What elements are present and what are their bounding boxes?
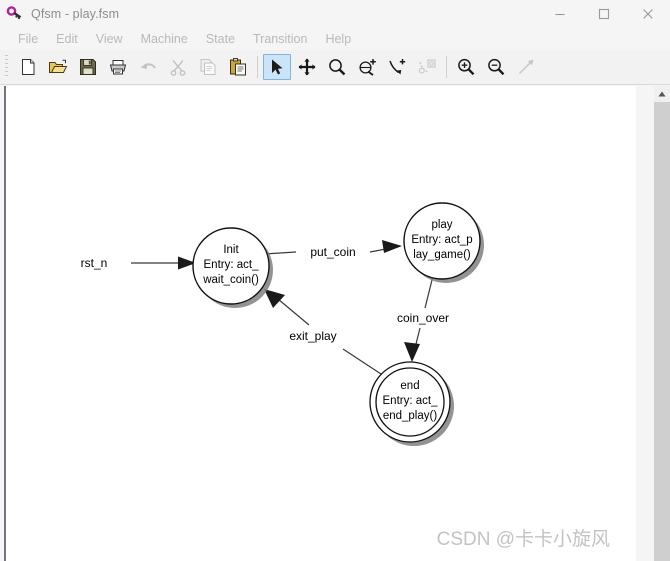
paste-clipboard-icon xyxy=(228,57,248,77)
new-file-button[interactable] xyxy=(14,54,42,80)
window-controls xyxy=(538,0,670,28)
add-transition-button[interactable] xyxy=(383,54,411,80)
toolbar xyxy=(0,50,670,85)
transition-label-exit_play[interactable]: exit_play xyxy=(289,329,336,343)
state-play-line-0: play xyxy=(431,219,452,231)
state-init-line-2: wait_coin() xyxy=(202,274,259,286)
scroll-up-arrow-icon[interactable] xyxy=(654,86,670,102)
magnifier-icon xyxy=(327,57,347,77)
state-init-line-0: Init xyxy=(223,244,239,256)
menu-item-help[interactable]: Help xyxy=(316,28,360,50)
close-icon[interactable] xyxy=(626,0,670,28)
maximize-icon[interactable] xyxy=(582,0,626,28)
add-state-button[interactable] xyxy=(353,54,381,80)
qfsm-window: Qfsm - play.fsm File Edit View Machine S… xyxy=(0,0,670,561)
transition-put_coin-arrowhead xyxy=(382,240,402,253)
zoom-in-button[interactable] xyxy=(452,54,480,80)
open-folder-icon xyxy=(48,57,68,77)
vertical-scrollbar[interactable] xyxy=(654,86,670,561)
fsm-diagram-canvas[interactable]: Init Entry: act_ wait_coin() play Entry:… xyxy=(4,86,636,561)
select-pointer-icon xyxy=(267,57,287,77)
menu-item-file[interactable]: File xyxy=(9,28,47,50)
menu-item-view[interactable]: View xyxy=(87,28,132,50)
state-play-line-1: Entry: act_p xyxy=(411,234,472,246)
zoom-out-button[interactable] xyxy=(482,54,510,80)
transition-exit_play-arrowhead xyxy=(264,289,285,308)
toolbar-separator xyxy=(446,56,447,78)
transition-rst_n[interactable] xyxy=(131,256,196,270)
state-play[interactable]: play Entry: act_p lay_game() xyxy=(403,202,484,283)
edit-transition-button[interactable] xyxy=(413,54,441,80)
minimize-icon[interactable] xyxy=(538,0,582,28)
menu-bar: File Edit View Machine State Transition … xyxy=(0,28,670,50)
vertical-scrollbar-track[interactable] xyxy=(654,102,670,561)
edit-transition-icon xyxy=(417,57,437,77)
canvas-area: Init Entry: act_ wait_coin() play Entry:… xyxy=(0,86,670,561)
select-tool-button[interactable] xyxy=(263,54,291,80)
state-init[interactable]: Init Entry: act_ wait_coin() xyxy=(192,227,273,308)
undo-arrow-icon xyxy=(138,57,158,77)
zoom-in-icon xyxy=(456,57,476,77)
zoom-out-icon xyxy=(486,57,506,77)
state-play-line-2: lay_game() xyxy=(413,249,471,261)
save-floppy-icon xyxy=(78,57,98,77)
qfsm-key-icon xyxy=(6,5,24,23)
transition-label-rst_n[interactable]: rst_n xyxy=(81,256,108,270)
fit-view-button[interactable] xyxy=(512,54,540,80)
zoom-tool-button[interactable] xyxy=(323,54,351,80)
state-end-line-2: end_play() xyxy=(383,410,438,422)
menu-item-state[interactable]: State xyxy=(197,28,244,50)
add-state-icon xyxy=(357,57,377,77)
toolbar-grip[interactable] xyxy=(2,55,11,79)
menu-item-transition[interactable]: Transition xyxy=(244,28,316,50)
state-end[interactable]: end Entry: act_ end_play() xyxy=(369,361,454,446)
arrow-diagonal-icon xyxy=(516,57,536,77)
open-file-button[interactable] xyxy=(44,54,72,80)
transition-label-coin_over[interactable]: coin_over xyxy=(397,311,449,325)
transition-exit_play-line-lower xyxy=(342,348,382,375)
menu-item-edit[interactable]: Edit xyxy=(47,28,87,50)
new-file-icon xyxy=(18,57,38,77)
transition-coin_over-arrowhead xyxy=(404,342,420,362)
csdn-watermark: CSDN @卡卡小旋风 xyxy=(436,529,610,550)
save-button[interactable] xyxy=(74,54,102,80)
move-tool-button[interactable] xyxy=(293,54,321,80)
title-bar: Qfsm - play.fsm xyxy=(0,0,670,28)
state-init-line-1: Entry: act_ xyxy=(204,259,260,271)
copy-icon xyxy=(198,57,218,77)
state-end-line-0: end xyxy=(400,380,419,392)
fsm-diagram: Init Entry: act_ wait_coin() play Entry:… xyxy=(81,202,484,446)
transition-coin_over-line-top xyxy=(424,275,434,309)
copy-button[interactable] xyxy=(194,54,222,80)
undo-button[interactable] xyxy=(134,54,162,80)
move-cross-icon xyxy=(297,57,317,77)
cut-button[interactable] xyxy=(164,54,192,80)
window-title: Qfsm - play.fsm xyxy=(31,7,120,21)
print-button[interactable] xyxy=(104,54,132,80)
paste-button[interactable] xyxy=(224,54,252,80)
add-transition-icon xyxy=(387,57,407,77)
print-icon xyxy=(108,57,128,77)
toolbar-separator xyxy=(257,56,258,78)
cut-scissors-icon xyxy=(168,57,188,77)
menu-item-machine[interactable]: Machine xyxy=(132,28,197,50)
transition-label-put_coin[interactable]: put_coin xyxy=(310,245,355,259)
transition-exit_play-line-upper xyxy=(277,298,310,326)
state-end-line-1: Entry: act_ xyxy=(383,395,439,407)
